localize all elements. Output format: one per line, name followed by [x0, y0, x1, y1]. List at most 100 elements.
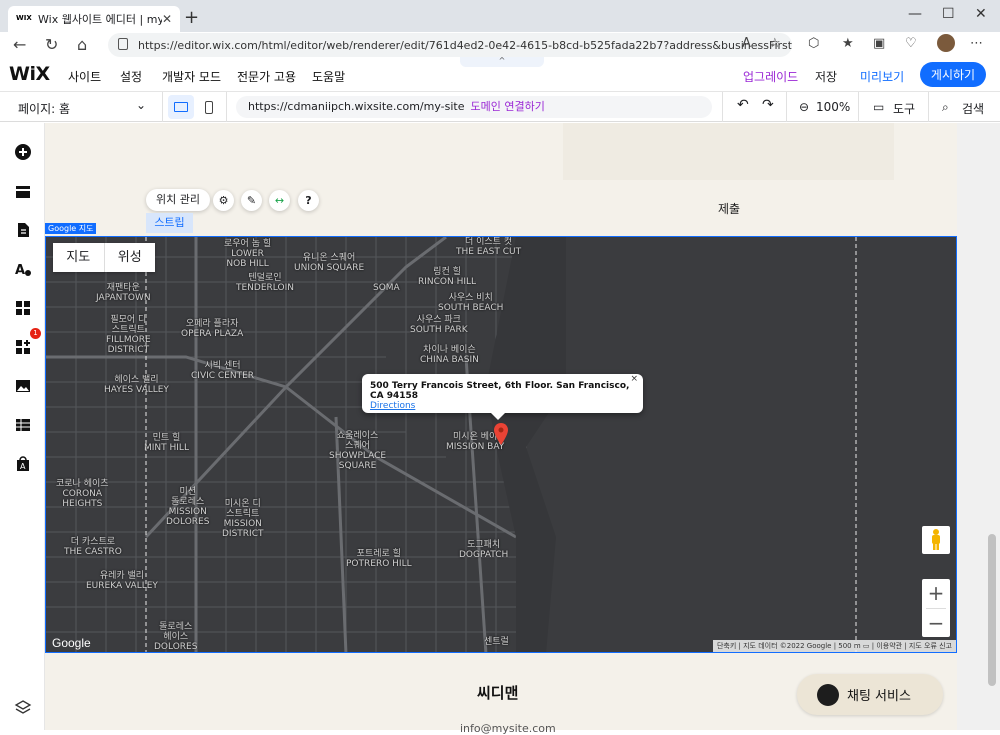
map-label: 더 이스트 컷 THE EAST CUT: [456, 237, 522, 257]
profile-avatar[interactable]: [937, 34, 955, 52]
favorites-icon[interactable]: ★: [842, 36, 854, 51]
design-brush-icon[interactable]: ✎: [241, 190, 262, 211]
tab-close-icon[interactable]: ✕: [162, 12, 172, 26]
maximize-icon[interactable]: ☐: [942, 6, 955, 22]
extensions-icon[interactable]: ⬡: [808, 36, 819, 51]
scrollbar-thumb[interactable]: [988, 534, 996, 686]
tab-title: Wix 웹사이트 에디터 | my-site: [38, 13, 162, 26]
wix-favicon: WIX: [16, 14, 32, 22]
map-marker-icon[interactable]: [494, 423, 508, 445]
map-label: 미션 돌로레스 MISSION DOLORES: [166, 487, 210, 527]
sections-icon[interactable]: [14, 183, 32, 201]
map-label: 링컨 힐 RINCON HILL: [418, 267, 477, 287]
back-icon[interactable]: ←: [13, 35, 26, 54]
publish-button[interactable]: 게시하기: [920, 62, 986, 87]
browser-toolbar: ← ↻ ⌂ https://editor.wix.com/html/editor…: [0, 32, 1000, 58]
apps-icon[interactable]: [14, 299, 32, 317]
zoom-in-button[interactable]: +: [922, 579, 950, 608]
map-label: 로우어 놉 힐 LOWER NOB HILL: [224, 239, 272, 269]
map-zoom-control: + −: [922, 579, 950, 637]
map-label: 유레카 밸리 EUREKA VALLEY: [86, 571, 158, 591]
undo-icon[interactable]: ↶: [737, 97, 749, 113]
directions-link[interactable]: Directions: [370, 401, 635, 411]
info-window-tail: [490, 412, 506, 420]
menu-site[interactable]: 사이트: [68, 68, 101, 85]
zoom-out-button[interactable]: −: [922, 609, 950, 638]
redo-icon[interactable]: ↷: [762, 97, 774, 113]
desktop-icon: [174, 102, 188, 112]
browser-tabbar: WIX Wix 웹사이트 에디터 | my-site ✕ + — ☐ ✕: [0, 0, 1000, 32]
new-tab-button[interactable]: +: [184, 7, 199, 28]
page-selector[interactable]: 페이지: 홈: [18, 100, 70, 117]
collapse-topbar-button[interactable]: ^: [460, 57, 544, 67]
map-label: 센트럴: [484, 637, 509, 647]
map-label: 코로나 헤이츠 CORONA HEIGHTS: [56, 479, 109, 509]
minimize-icon[interactable]: —: [908, 6, 922, 22]
map-attribution[interactable]: 단축키 | 지도 데이터 ©2022 Google | 500 m ▭ | 이용…: [712, 640, 956, 652]
wix-logo[interactable]: WiX: [9, 63, 50, 85]
menu-settings[interactable]: 설정: [120, 68, 142, 85]
map-label: 시빅 센터 CIVIC CENTER: [191, 361, 255, 381]
save-button[interactable]: 저장: [815, 68, 837, 85]
map-label: 재팬타운 JAPANTOWN: [96, 283, 151, 303]
map-label: 헤이스 밸리 HAYES VALLEY: [104, 375, 169, 395]
mobile-view-button[interactable]: [196, 95, 222, 119]
search-icon[interactable]: ⌕: [942, 100, 949, 115]
app-market-icon[interactable]: A: [14, 455, 32, 473]
menu-dev-mode[interactable]: 개발자 모드: [162, 68, 221, 85]
help-icon[interactable]: ?: [298, 190, 319, 211]
site-url-bar[interactable]: https://cdmaniipch.wixsite.com/my-site 도메…: [236, 96, 712, 118]
svg-text:A: A: [20, 462, 26, 471]
submit-button[interactable]: 제출: [718, 200, 740, 217]
street-view-pegman-icon[interactable]: [922, 526, 950, 554]
read-aloud-icon[interactable]: A: [742, 36, 751, 51]
site-brand[interactable]: 씨디맨: [477, 682, 518, 703]
media-icon[interactable]: [14, 377, 32, 395]
add-elements-icon[interactable]: [14, 143, 32, 161]
collections-icon[interactable]: ▣: [873, 36, 885, 51]
home-icon[interactable]: ⌂: [77, 35, 87, 54]
chat-label: 채팅 서비스: [847, 689, 911, 704]
business-apps-icon[interactable]: [14, 338, 32, 356]
preview-button[interactable]: 미리보기: [860, 68, 904, 85]
map-type-map[interactable]: 지도: [53, 243, 105, 272]
manage-location-button[interactable]: 위치 관리: [146, 189, 210, 211]
svg-text:A: A: [15, 263, 25, 278]
menu-hire-expert[interactable]: 전문가 고용: [237, 68, 296, 85]
zoom-level[interactable]: 100%: [816, 100, 850, 114]
element-name-tag: Google 지도: [45, 223, 97, 234]
pages-icon[interactable]: [14, 221, 32, 239]
info-close-icon[interactable]: ×: [630, 374, 638, 384]
chevron-down-icon[interactable]: ⌄: [136, 98, 146, 112]
strip-tag[interactable]: 스트립: [146, 213, 193, 233]
desktop-view-button[interactable]: [168, 95, 194, 119]
menu-help[interactable]: 도움말: [312, 68, 345, 85]
favorite-star-icon[interactable]: ☆: [769, 36, 781, 51]
zoom-icon[interactable]: ⊖: [799, 100, 809, 114]
layers-icon[interactable]: [14, 698, 32, 716]
tools-icon[interactable]: ▭: [873, 100, 884, 114]
browser-essentials-icon[interactable]: ♡: [905, 36, 917, 51]
search-button[interactable]: 검색: [962, 100, 984, 117]
window-close-icon[interactable]: ✕: [975, 6, 987, 22]
address-bar[interactable]: https://editor.wix.com/html/editor/web/r…: [108, 33, 792, 57]
stretch-icon[interactable]: ↔: [269, 190, 290, 211]
upgrade-button[interactable]: 업그레이드: [743, 68, 798, 85]
map-label: 차이나 베이슨 CHINA BASIN: [420, 345, 479, 365]
divider: [162, 92, 163, 122]
google-logo: Google: [52, 636, 91, 650]
tools-button[interactable]: 도구: [893, 100, 915, 117]
form-container[interactable]: [563, 123, 894, 180]
design-icon[interactable]: A: [14, 260, 32, 278]
browser-tab[interactable]: WIX Wix 웹사이트 에디터 | my-site ✕: [8, 6, 180, 32]
map-type-satellite[interactable]: 위성: [105, 243, 156, 272]
map-label: 텐덜로인 TENDERLOIN: [236, 273, 294, 293]
google-map[interactable]: 지도 위성 더 이스트 컷 THE EAST CUT 유니온 스퀘어 UNION S…: [45, 236, 957, 653]
site-email[interactable]: info@mysite.com: [460, 722, 556, 735]
connect-domain-link[interactable]: 도메인 연결하기: [471, 100, 545, 113]
chat-button[interactable]: 채팅 서비스: [797, 674, 943, 715]
cms-table-icon[interactable]: [14, 416, 32, 434]
settings-gear-icon[interactable]: ⚙: [213, 190, 234, 211]
reload-icon[interactable]: ↻: [45, 35, 58, 54]
more-menu-icon[interactable]: ⋯: [970, 36, 983, 51]
